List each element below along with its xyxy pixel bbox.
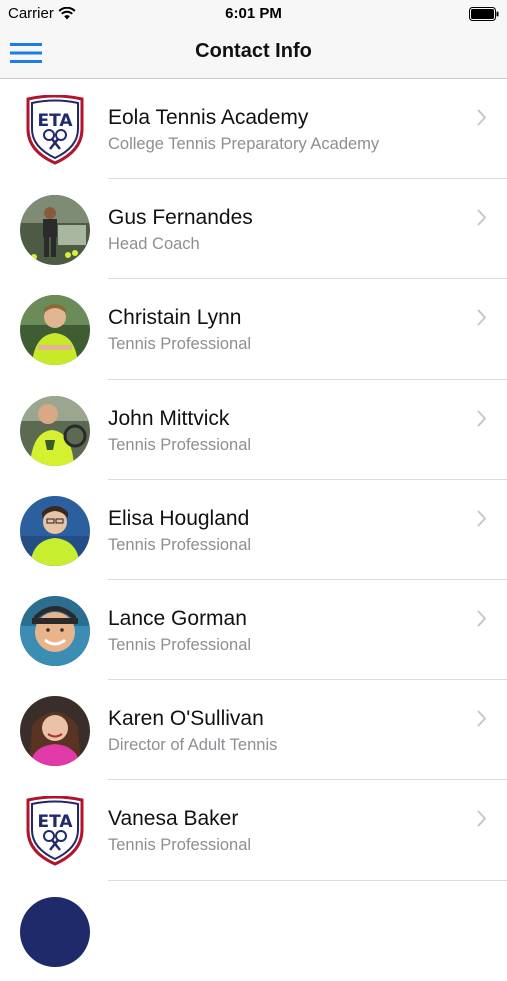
avatar [20, 595, 90, 666]
contact-row[interactable]: ETA Vanesa Baker Tennis Professional [0, 780, 507, 881]
chevron-right-icon [477, 510, 486, 527]
contact-row[interactable]: Gus Fernandes Head Coach [0, 179, 507, 280]
contact-row[interactable]: Karen O'Sullivan Director of Adult Tenni… [0, 680, 507, 781]
status-bar: Carrier 6:01 PM [0, 0, 507, 28]
chevron-right-icon [477, 109, 486, 126]
contact-role: Tennis Professional [108, 836, 252, 855]
chevron-right-icon [477, 710, 486, 727]
contact-row[interactable]: Christain Lynn Tennis Professional [0, 279, 507, 380]
avatar [20, 195, 90, 266]
battery-icon [469, 7, 499, 25]
svg-text:ETA: ETA [37, 812, 73, 832]
contact-role: Tennis Professional [108, 435, 252, 454]
contact-role: Director of Adult Tennis [108, 736, 278, 755]
eta-logo-icon: ETA [20, 95, 90, 165]
contact-name: Eola Tennis Academy [108, 106, 309, 129]
contact-name: Vanesa Baker [108, 807, 239, 831]
avatar [20, 896, 90, 967]
page-title: Contact Info [195, 40, 312, 62]
contact-role: College Tennis Preparatory Academy [108, 135, 380, 153]
avatar [20, 395, 90, 466]
contact-row[interactable]: ETA Eola Tennis Academy College Tennis P… [0, 79, 507, 180]
eta-logo-icon: ETA [20, 796, 90, 866]
avatar [20, 495, 90, 566]
contact-role: Tennis Professional [108, 535, 252, 554]
contact-role: Head Coach [108, 235, 200, 254]
contact-name: Lance Gorman [108, 606, 247, 630]
contact-name: John Mittvick [108, 406, 230, 430]
contact-name: Christain Lynn [108, 306, 242, 330]
contact-row[interactable]: John Mittvick Tennis Professional [0, 380, 507, 480]
contact-row[interactable]: Elisa Hougland Tennis Professional [0, 480, 507, 580]
contact-list: ETA Eola Tennis Academy College Tennis P… [0, 79, 507, 981]
chevron-right-icon [477, 309, 486, 326]
status-time: 6:01 PM [225, 5, 282, 22]
chevron-right-icon [477, 410, 486, 427]
chevron-right-icon [477, 209, 486, 226]
contact-role: Tennis Professional [108, 335, 252, 354]
avatar [20, 295, 90, 366]
contact-name: Gus Fernandes [108, 206, 253, 230]
svg-text:ETA: ETA [37, 111, 73, 131]
contact-role: Tennis Professional [108, 635, 252, 654]
chevron-right-icon [477, 610, 486, 627]
contact-row[interactable]: Lance Gorman Tennis Professional [0, 580, 507, 681]
contact-name: Karen O'Sullivan [108, 707, 264, 731]
avatar [20, 696, 90, 767]
navigation-bar: Contact Info [0, 28, 507, 79]
contact-row[interactable] [0, 881, 507, 981]
contact-name: Elisa Hougland [108, 506, 250, 530]
chevron-right-icon [477, 810, 486, 827]
